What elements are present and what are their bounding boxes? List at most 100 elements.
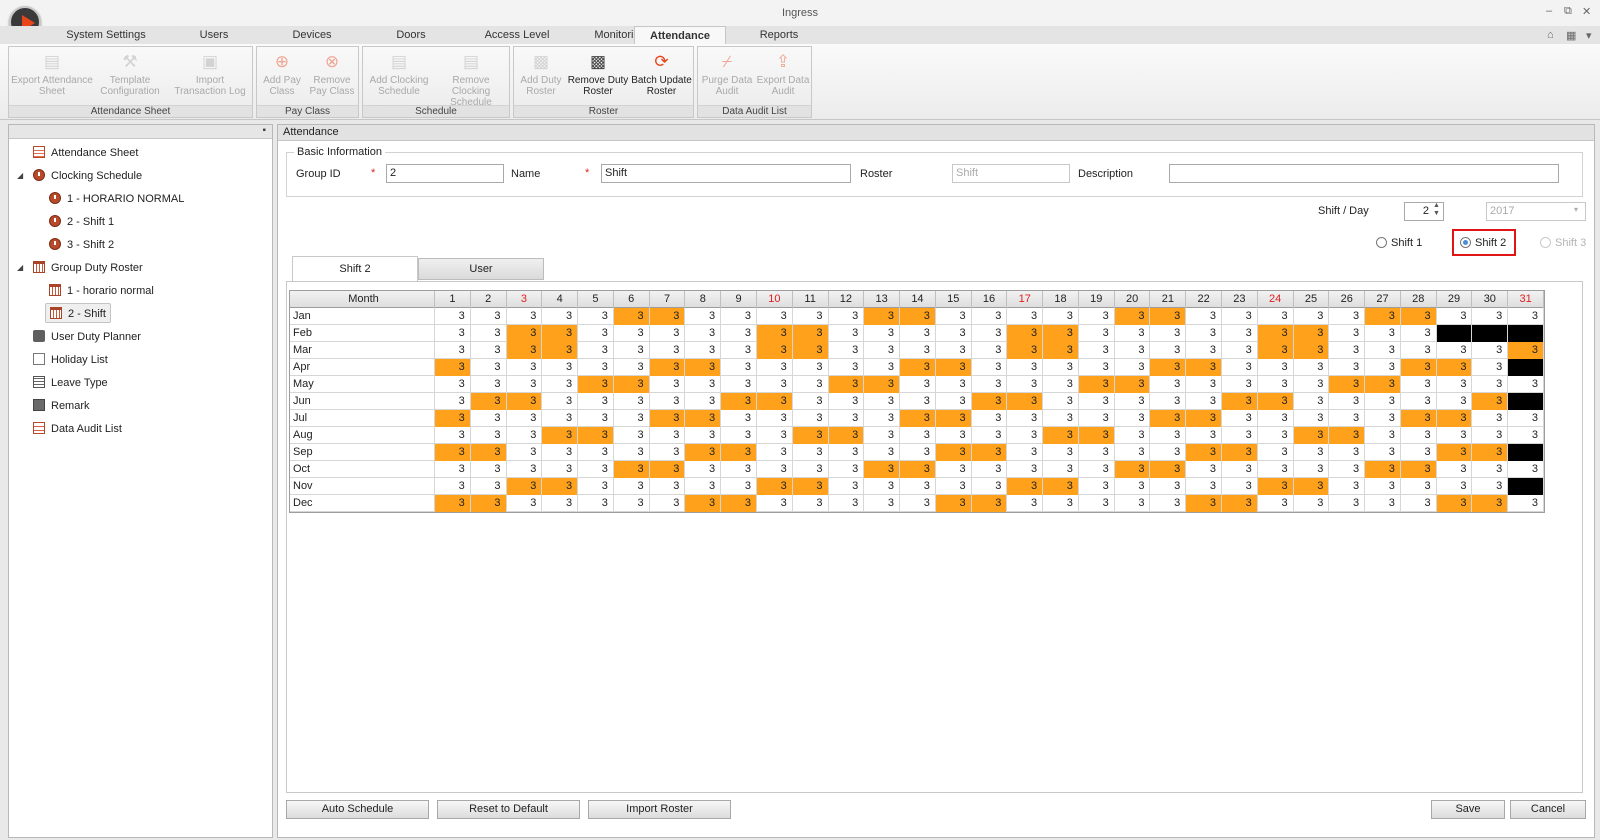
roster-cell[interactable]: 3 xyxy=(1472,342,1509,359)
roster-cell[interactable]: 3 xyxy=(864,359,901,376)
day-column-header[interactable]: 31 xyxy=(1508,291,1544,308)
roster-cell[interactable]: 3 xyxy=(1043,393,1079,410)
roster-cell[interactable]: 3 xyxy=(1294,495,1330,512)
export-attendance-sheet-button[interactable]: ▤ Export Attendance Sheet xyxy=(11,51,93,97)
roster-cell[interactable]: 3 xyxy=(1437,308,1473,325)
roster-cell[interactable]: 3 xyxy=(972,461,1008,478)
roster-cell[interactable]: 3 xyxy=(471,478,507,495)
roster-cell[interactable]: 3 xyxy=(1115,359,1151,376)
roster-cell[interactable]: 3 xyxy=(936,342,972,359)
roster-cell[interactable]: 3 xyxy=(542,427,579,444)
roster-cell[interactable]: 3 xyxy=(1437,427,1473,444)
roster-cell[interactable]: 3 xyxy=(1365,308,1401,325)
roster-cell[interactable]: 3 xyxy=(435,427,471,444)
roster-cell[interactable]: 3 xyxy=(542,342,579,359)
tab-attendance[interactable]: Attendance xyxy=(634,26,726,45)
roster-cell[interactable] xyxy=(1508,478,1544,495)
roster-cell[interactable]: 3 xyxy=(1437,478,1473,495)
roster-cell[interactable]: 3 xyxy=(542,478,579,495)
roster-cell[interactable]: 3 xyxy=(792,342,829,359)
tree-item-leave-type[interactable]: Leave Type xyxy=(33,373,108,393)
roster-cell[interactable]: 3 xyxy=(793,495,829,512)
roster-cell[interactable]: 3 xyxy=(1400,461,1437,478)
roster-cell[interactable]: 3 xyxy=(614,393,650,410)
roster-cell[interactable]: 3 xyxy=(1115,495,1151,512)
roster-cell[interactable]: 3 xyxy=(1115,427,1151,444)
roster-cell[interactable]: 3 xyxy=(1115,325,1151,342)
tree-item-shift-1[interactable]: 2 - Shift 1 xyxy=(49,212,114,232)
roster-cell[interactable]: 3 xyxy=(507,444,543,461)
roster-cell[interactable]: 3 xyxy=(1329,478,1366,495)
roster-cell[interactable]: 3 xyxy=(435,359,471,376)
roster-cell[interactable]: 3 xyxy=(1401,325,1437,342)
roster-cell[interactable]: 3 xyxy=(756,478,793,495)
roster-cell[interactable]: 3 xyxy=(578,444,614,461)
roster-cell[interactable]: 3 xyxy=(1114,308,1151,325)
roster-cell[interactable]: 3 xyxy=(1329,461,1366,478)
roster-cell[interactable]: 3 xyxy=(864,342,901,359)
roster-cell[interactable]: 3 xyxy=(650,427,686,444)
roster-cell[interactable]: 3 xyxy=(1294,461,1330,478)
roster-cell[interactable]: 3 xyxy=(435,308,471,325)
roster-cell[interactable]: 3 xyxy=(793,461,829,478)
roster-cell[interactable]: 3 xyxy=(471,410,507,427)
day-column-header[interactable]: 20 xyxy=(1115,291,1151,308)
roster-cell[interactable]: 3 xyxy=(936,461,972,478)
roster-cell[interactable]: 3 xyxy=(1115,342,1151,359)
roster-cell[interactable]: 3 xyxy=(900,393,936,410)
roster-cell[interactable]: 3 xyxy=(1294,444,1330,461)
close-icon[interactable]: ✕ xyxy=(1582,5,1591,18)
roster-cell[interactable]: 3 xyxy=(1222,427,1258,444)
roster-cell[interactable]: 3 xyxy=(471,461,507,478)
roster-cell[interactable]: 3 xyxy=(649,461,686,478)
roster-cell[interactable]: 3 xyxy=(614,410,650,427)
day-column-header[interactable]: 25 xyxy=(1294,291,1330,308)
tab-reports[interactable]: Reports xyxy=(736,26,822,45)
roster-cell[interactable]: 3 xyxy=(471,376,507,393)
roster-cell[interactable]: 3 xyxy=(542,444,579,461)
roster-cell[interactable]: 3 xyxy=(1043,478,1079,495)
roster-cell[interactable]: 3 xyxy=(793,359,829,376)
day-column-header[interactable]: 16 xyxy=(972,291,1008,308)
roster-cell[interactable]: 3 xyxy=(685,393,722,410)
roster-cell[interactable] xyxy=(1436,325,1473,342)
roster-cell[interactable]: 3 xyxy=(470,495,507,512)
roster-cell[interactable]: 3 xyxy=(649,410,686,427)
roster-cell[interactable]: 3 xyxy=(1401,444,1437,461)
shift-1-radio[interactable]: Shift 1 xyxy=(1376,235,1422,251)
roster-cell[interactable]: 3 xyxy=(542,325,579,342)
day-column-header[interactable]: 7 xyxy=(650,291,686,308)
year-select[interactable]: 2017 xyxy=(1486,202,1586,221)
roster-cell[interactable]: 3 xyxy=(721,461,757,478)
roster-cell[interactable]: 3 xyxy=(542,308,579,325)
roster-cell[interactable]: 3 xyxy=(650,478,686,495)
roster-cell[interactable]: 3 xyxy=(864,495,901,512)
roster-cell[interactable]: 3 xyxy=(1186,359,1223,376)
spin-arrows-icon[interactable]: ▲ ▼ xyxy=(1433,202,1440,218)
roster-cell[interactable]: 3 xyxy=(1043,461,1079,478)
roster-cell[interactable]: 3 xyxy=(1329,325,1366,342)
roster-cell[interactable]: 3 xyxy=(1365,461,1401,478)
roster-cell[interactable]: 3 xyxy=(1508,495,1544,512)
day-column-header[interactable]: 5 xyxy=(578,291,614,308)
roster-cell[interactable]: 3 xyxy=(900,427,936,444)
auto-schedule-button[interactable]: Auto Schedule xyxy=(286,800,429,819)
day-column-header[interactable]: 17 xyxy=(1007,291,1044,308)
day-column-header[interactable]: 18 xyxy=(1043,291,1079,308)
roster-cell[interactable]: 3 xyxy=(1329,495,1366,512)
roster-cell[interactable]: 3 xyxy=(1365,325,1401,342)
roster-cell[interactable]: 3 xyxy=(972,308,1008,325)
add-duty-roster-button[interactable]: ▩ Add Duty Roster xyxy=(516,51,566,97)
roster-cell[interactable]: 3 xyxy=(542,393,579,410)
roster-cell[interactable]: 3 xyxy=(900,478,936,495)
roster-cell[interactable]: 3 xyxy=(1472,461,1509,478)
roster-cell[interactable]: 3 xyxy=(971,444,1008,461)
roster-cell[interactable]: 3 xyxy=(936,325,972,342)
roster-cell[interactable]: 3 xyxy=(1114,376,1151,393)
roster-cell[interactable]: 3 xyxy=(793,308,829,325)
roster-cell[interactable]: 3 xyxy=(1222,478,1258,495)
roster-cell[interactable]: 3 xyxy=(864,461,901,478)
roster-cell[interactable]: 3 xyxy=(1508,427,1544,444)
roster-cell[interactable]: 3 xyxy=(1115,444,1151,461)
roster-cell[interactable]: 3 xyxy=(1043,376,1079,393)
